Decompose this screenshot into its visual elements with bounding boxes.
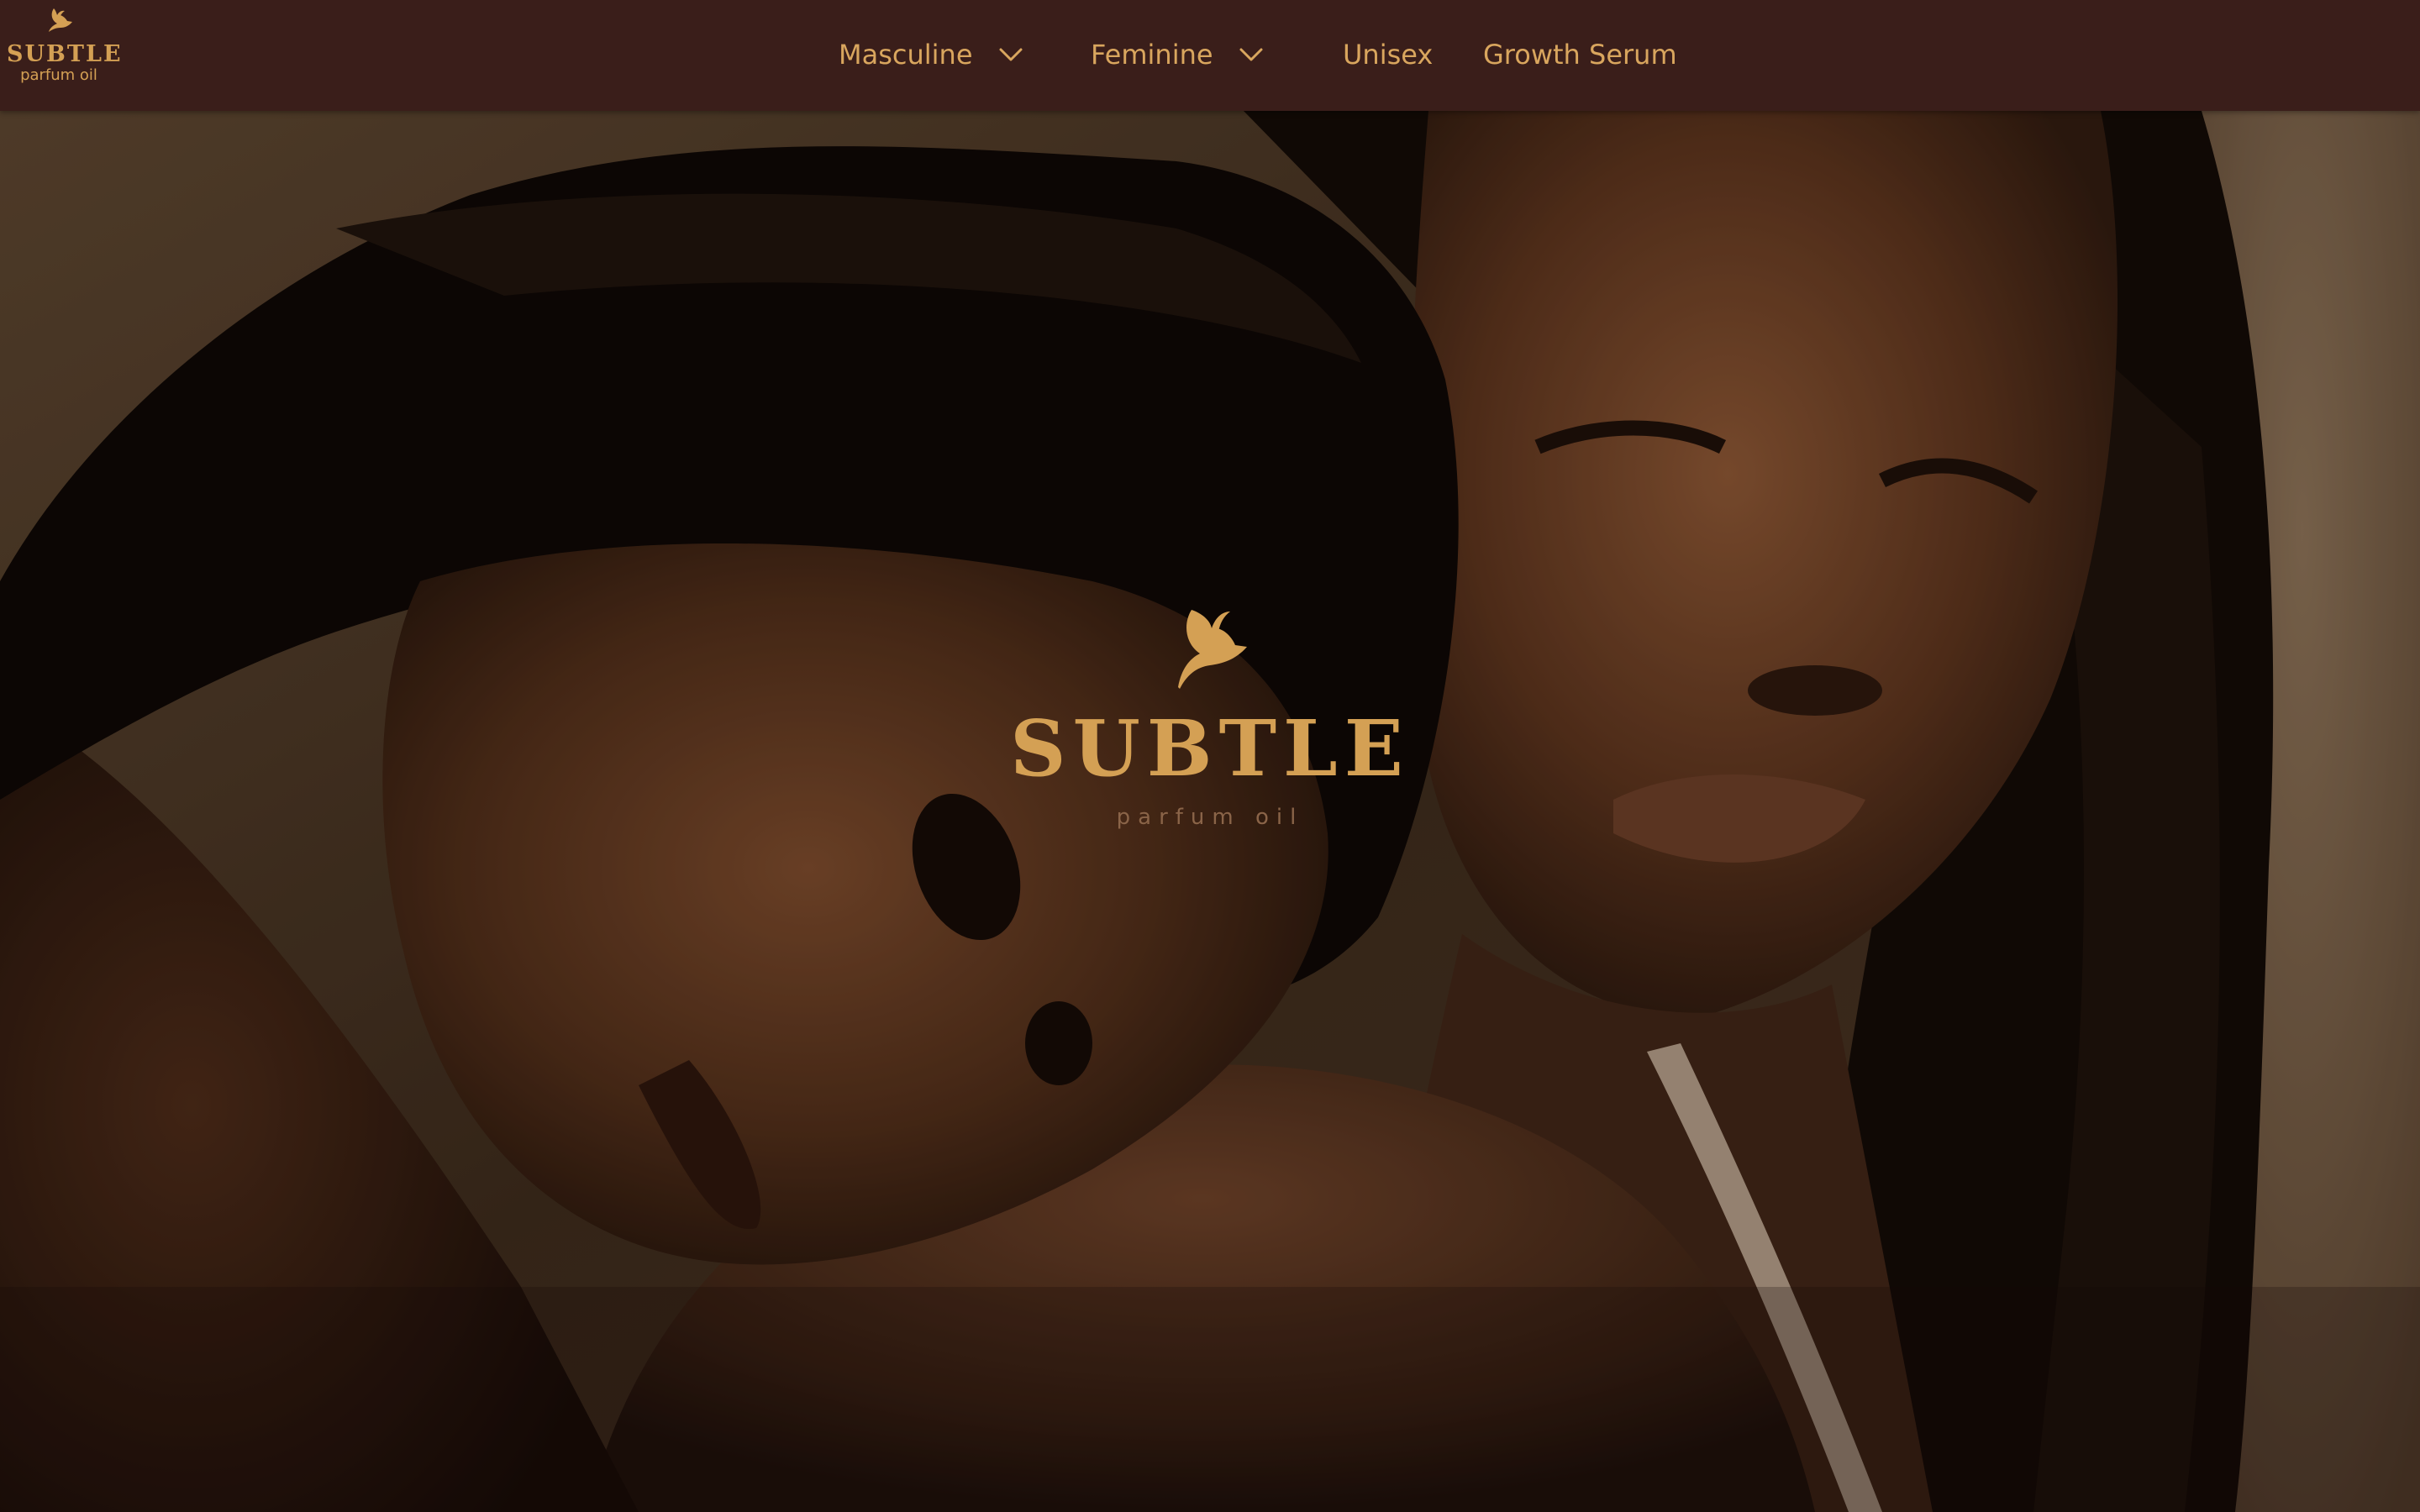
hero-section: SUBTLE parfum oil <box>0 111 2420 1512</box>
nav-item-masculine[interactable]: Masculine <box>839 34 1023 76</box>
chevron-down-icon[interactable] <box>998 46 1023 63</box>
chevron-down-icon[interactable] <box>1239 46 1264 63</box>
hero-subtitle: parfum oil <box>1116 805 1304 830</box>
nav-item-label: Growth Serum <box>1483 39 1677 71</box>
page: SUBTLE parfum oil Masculine Feminine Uni… <box>0 0 2420 1512</box>
hero-title: SUBTLE <box>1010 703 1410 794</box>
bird-icon <box>1178 610 1247 689</box>
nav-item-growth-serum[interactable]: Growth Serum <box>1483 34 1677 76</box>
nav-item-label: Feminine <box>1091 39 1213 71</box>
main-nav: Masculine Feminine Unisex Growth Serum <box>0 0 2420 111</box>
nav-item-label: Masculine <box>839 39 973 71</box>
nav-item-label: Unisex <box>1343 39 1434 71</box>
nav-item-unisex[interactable]: Unisex <box>1343 34 1433 76</box>
nav-item-feminine[interactable]: Feminine <box>1091 34 1264 76</box>
hero-logo: SUBTLE parfum oil <box>1000 606 1420 832</box>
site-header: SUBTLE parfum oil Masculine Feminine Uni… <box>0 0 2420 111</box>
